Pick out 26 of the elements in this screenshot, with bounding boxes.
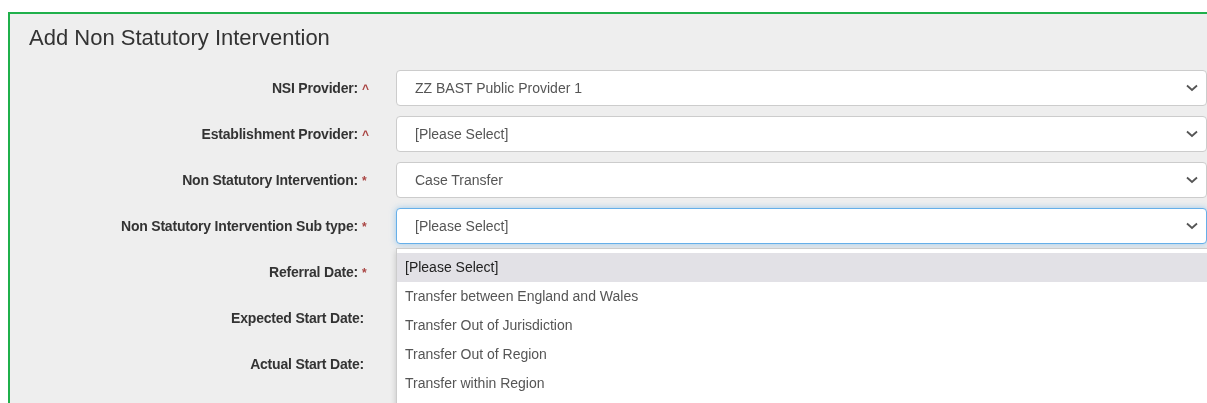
field-label: Non Statutory Intervention Sub type: (120, 218, 358, 234)
dropdown-option[interactable]: Transfer Out of Jurisdiction (397, 311, 1207, 340)
select-field[interactable]: Case Transfer (396, 162, 1207, 198)
chevron-down-icon (1186, 130, 1198, 138)
field-label: Actual Start Date: (250, 356, 364, 372)
required-marker: ^ (362, 128, 368, 142)
required-marker: ^ (362, 82, 368, 96)
chevron-down-icon (1186, 222, 1198, 230)
required-marker: * (362, 266, 368, 280)
chevron-down-icon (1186, 176, 1198, 184)
field-label: Non Statutory Intervention: (182, 172, 358, 188)
dropdown-option[interactable]: Transfer Out of Region (397, 340, 1207, 369)
panel-title: Add Non Statutory Intervention (28, 24, 331, 52)
dropdown-option[interactable]: Transfer within Region (397, 369, 1207, 398)
select-field[interactable]: [Please Select] (396, 116, 1207, 152)
required-marker: * (362, 220, 368, 234)
field-label: Expected Start Date: (231, 310, 364, 326)
field-label: Referral Date: (269, 264, 358, 280)
chevron-down-icon (1186, 84, 1198, 92)
select-field[interactable]: ZZ BAST Public Provider 1 (396, 70, 1207, 106)
required-marker: * (362, 174, 368, 188)
field-label: NSI Provider: (271, 80, 358, 96)
field-label: Establishment Provider: (201, 126, 358, 142)
dropdown-option[interactable]: Transfer between England and Wales (397, 282, 1207, 311)
select-field[interactable]: [Please Select] (396, 208, 1207, 244)
dropdown-option[interactable]: [Please Select] (397, 253, 1207, 282)
